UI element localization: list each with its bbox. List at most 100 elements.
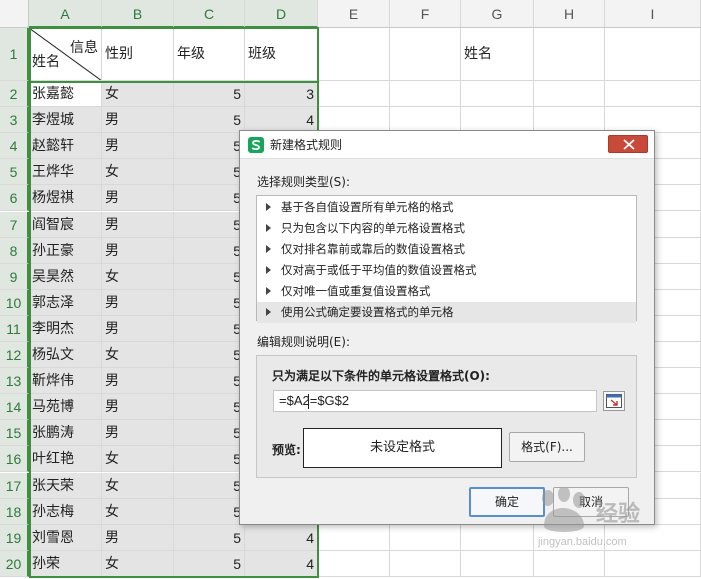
cell-g20[interactable] — [461, 550, 534, 577]
cell-c13[interactable]: 5 — [174, 368, 245, 395]
row-header-14[interactable]: 14 — [0, 394, 29, 421]
cell-b19[interactable]: 男 — [102, 524, 174, 551]
row-header-20[interactable]: 20 — [0, 550, 29, 577]
dialog-titlebar[interactable]: 新建格式规则 — [240, 131, 654, 159]
cell-c18[interactable]: 5 — [174, 498, 245, 525]
cell-c11[interactable]: 5 — [174, 315, 245, 342]
range-select-button[interactable] — [603, 391, 625, 411]
cell-b6[interactable]: 男 — [102, 185, 174, 212]
cell-e1[interactable] — [318, 28, 390, 81]
cell-a17[interactable]: 张天荣 — [29, 472, 102, 499]
cell-c9[interactable]: 5 — [174, 263, 245, 290]
cell-c14[interactable]: 5 — [174, 394, 245, 421]
cell-a4[interactable]: 赵懿轩 — [29, 133, 102, 160]
cell-e19[interactable] — [318, 524, 390, 551]
cell-d20[interactable]: 4 — [245, 550, 318, 577]
row-header-16[interactable]: 16 — [0, 446, 29, 473]
row-header-2[interactable]: 2 — [0, 81, 29, 108]
cell-c15[interactable]: 5 — [174, 420, 245, 447]
cell-c6[interactable]: 5 — [174, 185, 245, 212]
column-header-b[interactable]: B — [102, 0, 174, 28]
cell-a16[interactable]: 叶红艳 — [29, 446, 102, 473]
rule-type-item[interactable]: 只为包含以下内容的单元格设置格式 — [257, 218, 636, 239]
cell-b11[interactable]: 男 — [102, 315, 174, 342]
select-all-corner[interactable] — [0, 0, 29, 28]
cell-c8[interactable]: 5 — [174, 237, 245, 264]
cell-a10[interactable]: 郭志泽 — [29, 289, 102, 316]
cell-b20[interactable]: 女 — [102, 550, 174, 577]
cell-a1[interactable]: 信息 姓名 — [29, 28, 102, 81]
rule-type-item[interactable]: 基于各自值设置所有单元格的格式 — [257, 197, 636, 218]
cell-a15[interactable]: 张鹏涛 — [29, 420, 102, 447]
rule-type-item[interactable]: 仅对唯一值或重复值设置格式 — [257, 281, 636, 302]
column-header-g[interactable]: G — [461, 0, 534, 28]
cell-h2[interactable] — [534, 81, 605, 108]
cell-c19[interactable]: 5 — [174, 524, 245, 551]
column-header-c[interactable]: C — [174, 0, 245, 28]
cell-b2[interactable]: 女 — [102, 81, 174, 108]
column-header-f[interactable]: F — [390, 0, 461, 28]
row-header-6[interactable]: 6 — [0, 185, 29, 212]
row-header-4[interactable]: 4 — [0, 133, 29, 160]
cell-g19[interactable] — [461, 524, 534, 551]
column-header-i[interactable]: I — [605, 0, 701, 28]
cell-d1[interactable]: 班级 — [245, 28, 318, 81]
cell-a6[interactable]: 杨煜祺 — [29, 185, 102, 212]
cell-b3[interactable]: 男 — [102, 107, 174, 134]
cell-b4[interactable]: 男 — [102, 133, 174, 160]
cell-f1[interactable] — [390, 28, 461, 81]
cell-a9[interactable]: 吴昊然 — [29, 263, 102, 290]
cell-b10[interactable]: 男 — [102, 289, 174, 316]
cell-b5[interactable]: 女 — [102, 159, 174, 186]
cell-c3[interactable]: 5 — [174, 107, 245, 134]
cell-e2[interactable] — [318, 81, 390, 108]
cell-d19[interactable]: 4 — [245, 524, 318, 551]
cell-a13[interactable]: 靳烨伟 — [29, 368, 102, 395]
cell-a12[interactable]: 杨弘文 — [29, 342, 102, 369]
cell-b8[interactable]: 男 — [102, 237, 174, 264]
cell-a8[interactable]: 孙正豪 — [29, 237, 102, 264]
cell-c5[interactable]: 5 — [174, 159, 245, 186]
cell-g1[interactable]: 姓名 — [461, 28, 534, 81]
cell-d2[interactable]: 3 — [245, 81, 318, 108]
cell-c4[interactable]: 5 — [174, 133, 245, 160]
cell-f2[interactable] — [390, 81, 461, 108]
rule-type-item[interactable]: 仅对高于或低于平均值的数值设置格式 — [257, 260, 636, 281]
column-header-e[interactable]: E — [318, 0, 390, 28]
cell-c10[interactable]: 5 — [174, 289, 245, 316]
cell-a7[interactable]: 阎智宸 — [29, 211, 102, 238]
row-header-7[interactable]: 7 — [0, 211, 29, 238]
cell-e20[interactable] — [318, 550, 390, 577]
cell-a18[interactable]: 孙志梅 — [29, 498, 102, 525]
row-header-12[interactable]: 12 — [0, 342, 29, 369]
cell-a2[interactable]: 张嘉懿 — [29, 81, 102, 108]
row-header-15[interactable]: 15 — [0, 420, 29, 447]
cell-b18[interactable]: 女 — [102, 498, 174, 525]
format-button[interactable]: 格式(F)... — [509, 432, 585, 462]
formula-input[interactable]: =$A2=$G$2 — [273, 390, 597, 412]
cell-b12[interactable]: 女 — [102, 342, 174, 369]
cell-c12[interactable]: 5 — [174, 342, 245, 369]
cell-b17[interactable]: 女 — [102, 472, 174, 499]
cell-b13[interactable]: 男 — [102, 368, 174, 395]
rule-type-item[interactable]: 使用公式确定要设置格式的单元格 — [257, 302, 636, 323]
row-header-18[interactable]: 18 — [0, 498, 29, 525]
cell-b1[interactable]: 性别 — [102, 28, 174, 81]
column-header-h[interactable]: H — [534, 0, 605, 28]
cell-c2[interactable]: 5 — [174, 81, 245, 108]
cell-c16[interactable]: 5 — [174, 446, 245, 473]
cell-a3[interactable]: 李煜城 — [29, 107, 102, 134]
cell-b9[interactable]: 女 — [102, 263, 174, 290]
cell-c7[interactable]: 5 — [174, 211, 245, 238]
cell-b15[interactable]: 男 — [102, 420, 174, 447]
close-button[interactable] — [608, 135, 648, 153]
cell-a14[interactable]: 马苑博 — [29, 394, 102, 421]
cell-h20[interactable] — [534, 550, 605, 577]
cell-g2[interactable] — [461, 81, 534, 108]
column-header-d[interactable]: D — [245, 0, 318, 28]
cell-f19[interactable] — [390, 524, 461, 551]
cell-h1[interactable] — [534, 28, 605, 81]
row-header-9[interactable]: 9 — [0, 263, 29, 290]
cell-i2[interactable] — [605, 81, 701, 108]
cell-b7[interactable]: 男 — [102, 211, 174, 238]
